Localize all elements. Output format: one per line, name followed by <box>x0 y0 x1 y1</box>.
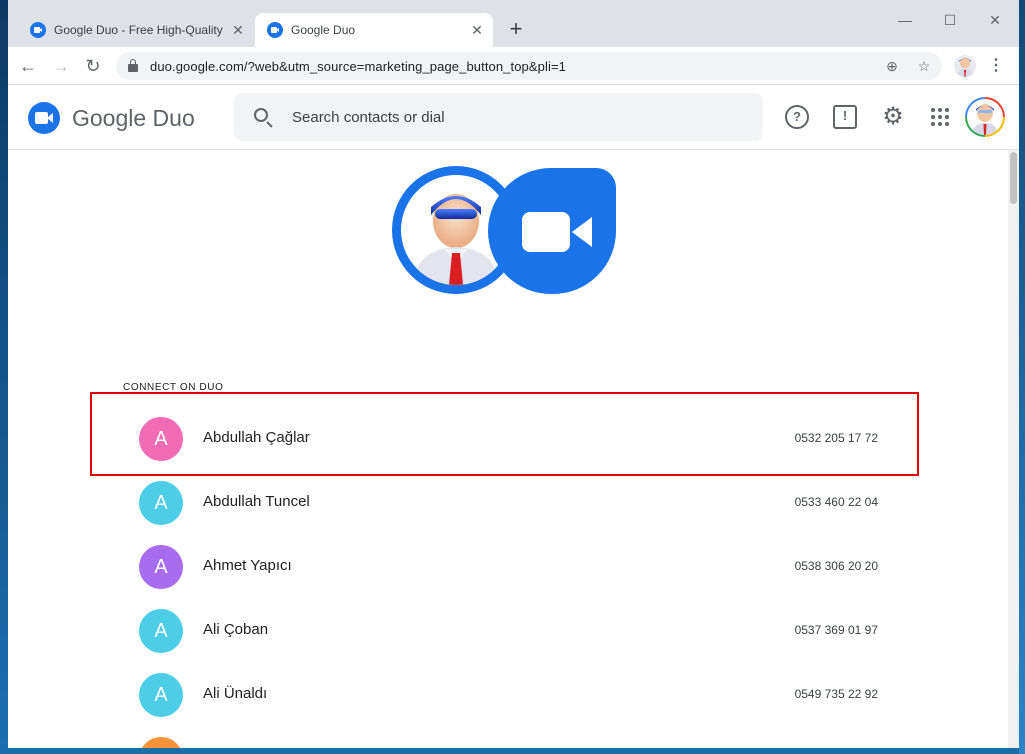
address-bar[interactable]: duo.google.com/?web&utm_source=marketing… <box>116 52 942 80</box>
contact-row-partial[interactable] <box>108 727 908 748</box>
reload-icon[interactable]: ↻ <box>80 53 106 79</box>
contact-row[interactable]: A Ahmet Yapıcı 0538 306 20 20 <box>108 535 908 599</box>
search-input[interactable] <box>292 93 732 141</box>
app-title: Google Duo <box>72 105 195 131</box>
gear-icon[interactable]: ⚙ <box>881 105 905 129</box>
maximize-button[interactable]: ☐ <box>930 8 970 32</box>
contact-phone: 0533 460 22 04 <box>794 495 878 509</box>
tab-close-icon[interactable]: ✕ <box>226 22 250 39</box>
contact-name: Ali Çoban <box>203 621 269 638</box>
tab-close-icon[interactable]: ✕ <box>465 22 489 39</box>
contact-row[interactable]: A Abdullah Çağlar 0532 205 17 72 <box>108 407 908 471</box>
tab-google-duo[interactable]: Google Duo ✕ <box>255 13 493 47</box>
duo-camera-icon <box>488 168 616 294</box>
scrollbar[interactable] <box>1008 150 1019 748</box>
contact-row[interactable]: A Ali Çoban 0537 369 01 97 <box>108 599 908 663</box>
browser-menu-icon[interactable]: ⋮ <box>988 53 1004 79</box>
tab-strip: Google Duo - Free High-Quality Vide ✕ Go… <box>8 0 1019 47</box>
section-heading: CONNECT ON DUO <box>123 382 224 393</box>
tab-title: Google Duo - Free High-Quality Vide <box>54 23 226 37</box>
help-icon[interactable]: ? <box>785 105 809 129</box>
url-text: duo.google.com/?web&utm_source=marketing… <box>150 58 566 74</box>
contact-avatar: A <box>139 609 183 653</box>
minimize-button[interactable]: — <box>885 8 925 32</box>
contact-phone: 0532 205 17 72 <box>794 431 878 445</box>
contact-row[interactable]: A Ali Ünaldı 0549 735 22 92 <box>108 663 908 727</box>
contact-avatar: A <box>139 481 183 525</box>
contact-name: Ali Ünaldı <box>203 685 268 702</box>
install-app-icon[interactable]: ⊕ <box>882 56 902 76</box>
contact-phone: 0537 369 01 97 <box>794 623 878 637</box>
hero-illustration <box>392 166 618 296</box>
search-bar[interactable] <box>234 93 763 141</box>
feedback-icon[interactable]: ! <box>833 105 857 129</box>
browser-window: Google Duo - Free High-Quality Vide ✕ Go… <box>8 0 1019 748</box>
duo-favicon-icon <box>267 22 283 38</box>
profile-icon[interactable] <box>954 55 976 77</box>
contact-name: Abdullah Çağlar <box>203 429 310 446</box>
contact-phone: 0549 735 22 92 <box>794 687 878 701</box>
contact-name: Abdullah Tuncel <box>203 493 310 510</box>
scrollbar-thumb[interactable] <box>1010 152 1017 204</box>
contact-avatar: A <box>139 673 183 717</box>
tab-duo-marketing[interactable]: Google Duo - Free High-Quality Vide ✕ <box>18 13 254 47</box>
duo-favicon-icon <box>30 22 46 38</box>
contact-phone: 0538 306 20 20 <box>794 559 878 573</box>
search-icon <box>254 108 268 122</box>
apps-grid-icon[interactable] <box>928 105 952 129</box>
lock-icon <box>128 59 138 72</box>
contact-name: Ahmet Yapıcı <box>203 557 292 574</box>
contact-avatar <box>139 737 183 748</box>
forward-arrow-icon[interactable]: → <box>48 53 74 79</box>
duo-logo-icon[interactable] <box>28 102 60 134</box>
close-window-button[interactable]: ✕ <box>975 8 1015 32</box>
new-tab-button[interactable]: + <box>504 17 528 41</box>
tab-title: Google Duo <box>291 23 356 37</box>
browser-toolbar: ← → ↻ duo.google.com/?web&utm_source=mar… <box>8 47 1019 85</box>
desktop-background-right <box>1019 0 1025 754</box>
bookmark-star-icon[interactable]: ☆ <box>914 56 934 76</box>
contact-avatar: A <box>139 417 183 461</box>
contact-avatar: A <box>139 545 183 589</box>
main-content: CONNECT ON DUO A Abdullah Çağlar 0532 20… <box>8 150 1008 748</box>
account-avatar[interactable] <box>965 97 1005 137</box>
desktop-background <box>0 0 8 754</box>
back-arrow-icon[interactable]: ← <box>15 53 41 79</box>
app-header: Google Duo ? ! ⚙ <box>8 85 1019 150</box>
contact-row[interactable]: A Abdullah Tuncel 0533 460 22 04 <box>108 471 908 535</box>
